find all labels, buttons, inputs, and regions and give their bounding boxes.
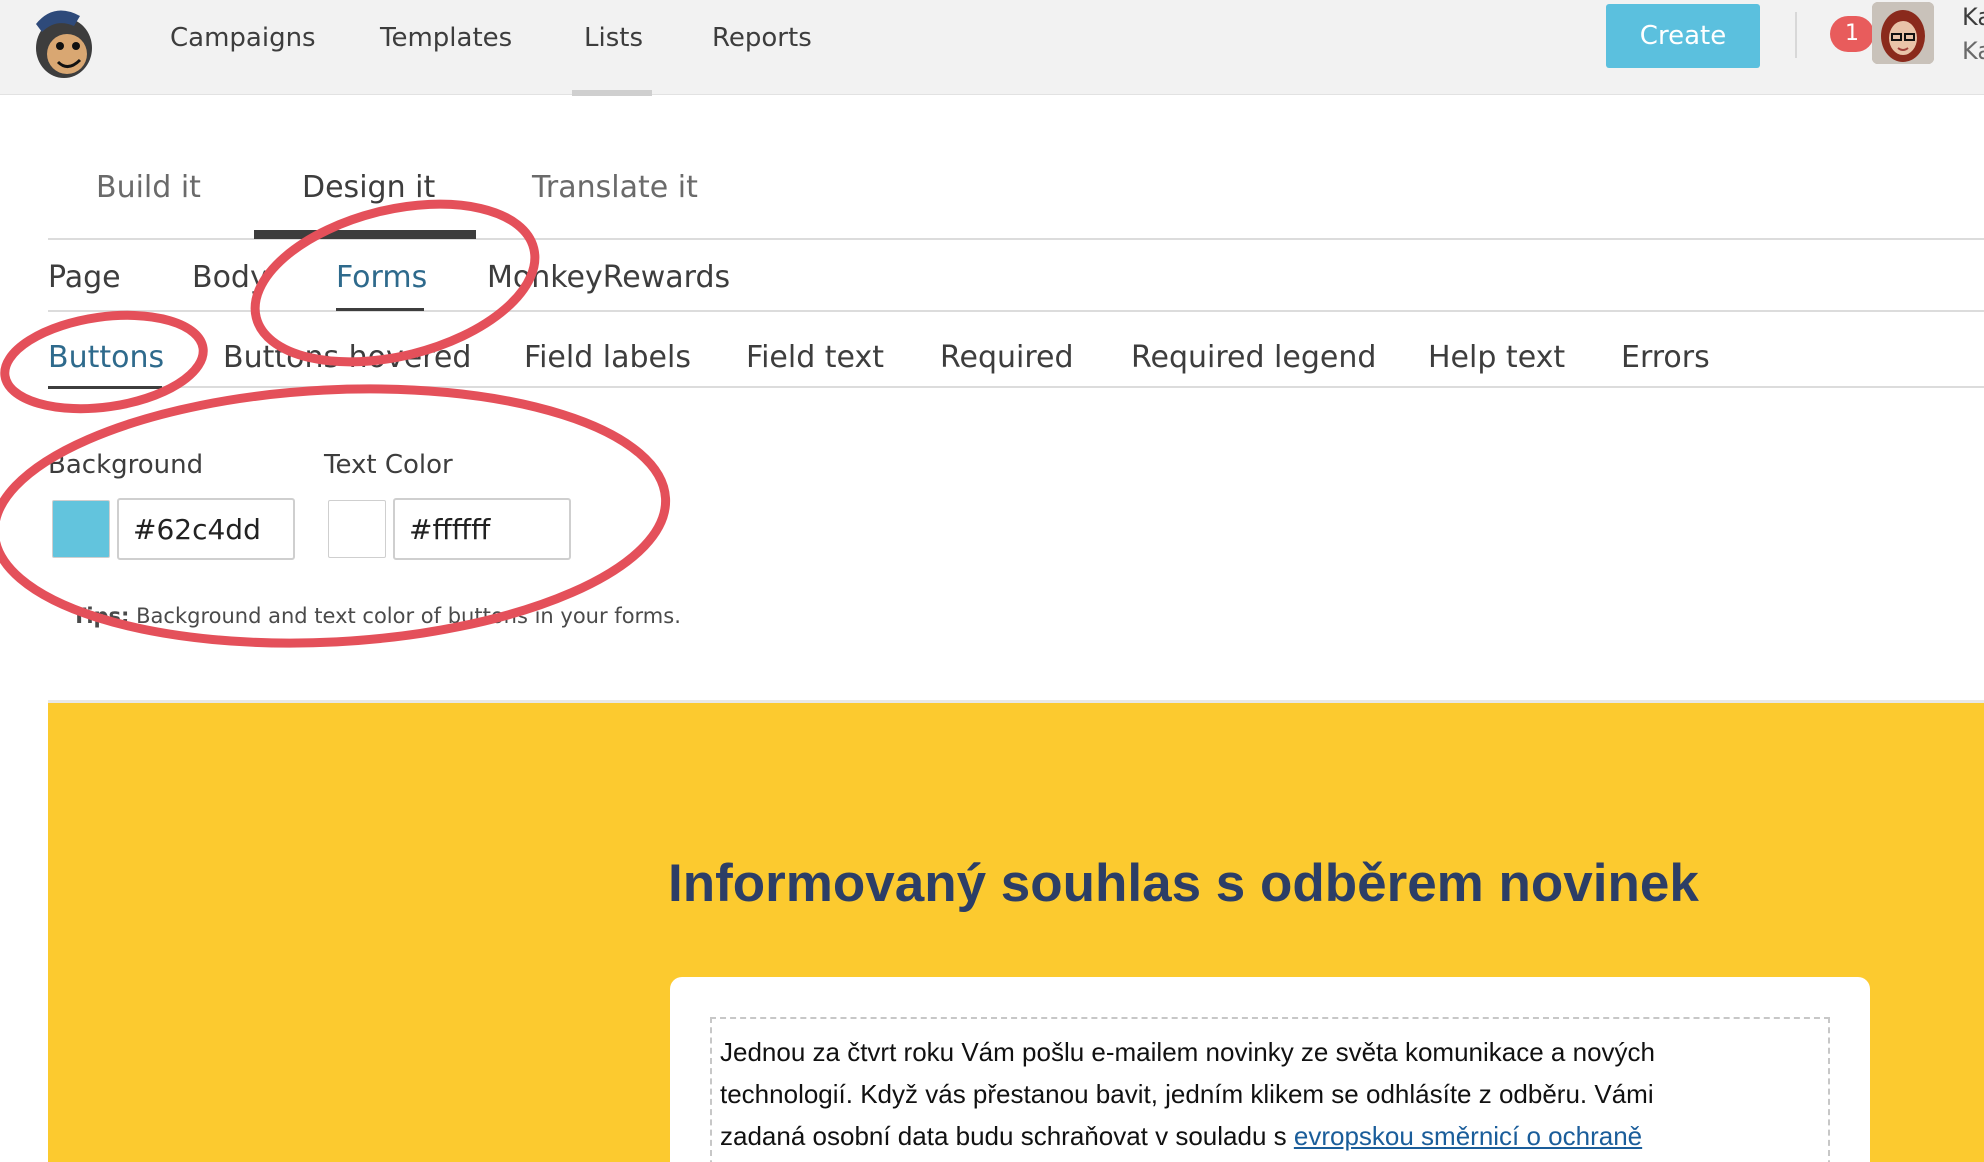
preview-line: zadaná osobní data budu schraňovat v sou… xyxy=(720,1115,1820,1157)
text-color-label: Text Color xyxy=(324,450,453,480)
tab-field-text[interactable]: Field text xyxy=(746,340,884,375)
tips-body: Background and text color of buttons in … xyxy=(136,604,681,628)
preview-line-text: zadaná osobní data budu schraňovat v sou… xyxy=(720,1121,1294,1151)
tab-required-legend[interactable]: Required legend xyxy=(1131,340,1376,375)
user-name[interactable]: Ka xyxy=(1962,2,1984,32)
tab-body[interactable]: Body xyxy=(192,260,268,295)
tips-text: Tips: Background and text color of butto… xyxy=(72,604,681,628)
tab-page[interactable]: Page xyxy=(48,260,121,295)
tab-design-it[interactable]: Design it xyxy=(302,170,435,205)
mailchimp-logo-icon[interactable] xyxy=(22,2,102,82)
text-color-input[interactable] xyxy=(393,498,571,560)
tab-errors[interactable]: Errors xyxy=(1621,340,1710,375)
user-avatar-icon xyxy=(1872,2,1934,64)
nav-active-indicator xyxy=(572,90,652,96)
text-color-swatch[interactable] xyxy=(328,500,386,558)
tips-prefix: Tips: xyxy=(72,604,130,628)
active-tab-indicator xyxy=(254,230,476,239)
design-section-tabs: Page Body Forms MonkeyRewards xyxy=(48,240,1984,312)
forms-element-tabs: Buttons Buttons hovered Field labels Fie… xyxy=(48,322,1984,389)
user-account: Ka xyxy=(1962,37,1984,65)
form-preview: Informovaný souhlas s odběrem novinek Je… xyxy=(48,700,1984,1162)
tab-monkeyrewards[interactable]: MonkeyRewards xyxy=(487,260,730,295)
nav-reports[interactable]: Reports xyxy=(712,18,812,58)
nav-templates[interactable]: Templates xyxy=(380,18,512,58)
background-label: Background xyxy=(48,450,204,480)
active-tab-underline xyxy=(48,386,162,389)
tab-help-text[interactable]: Help text xyxy=(1428,340,1565,375)
nav-divider xyxy=(1795,12,1797,58)
background-color-input[interactable] xyxy=(117,498,295,560)
preview-title: Informovaný souhlas s odběrem novinek xyxy=(668,854,1699,913)
tab-buttons-hovered[interactable]: Buttons hovered xyxy=(223,340,471,375)
tab-field-labels[interactable]: Field labels xyxy=(524,340,691,375)
top-navigation: Campaigns Templates Lists Reports Create… xyxy=(0,0,1984,96)
preview-line: Jednou za čtvrt roku Vám pošlu e-mailem … xyxy=(720,1037,1655,1067)
background-color-swatch[interactable] xyxy=(52,500,110,558)
avatar[interactable] xyxy=(1872,2,1934,64)
design-step-tabs: Build it Design it Translate it xyxy=(48,160,1984,240)
tab-build-it[interactable]: Build it xyxy=(96,170,201,205)
nav-lists[interactable]: Lists xyxy=(584,18,643,58)
preview-body-text[interactable]: Jednou za čtvrt roku Vám pošlu e-mailem … xyxy=(710,1017,1830,1162)
nav-campaigns[interactable]: Campaigns xyxy=(170,18,316,58)
create-button[interactable]: Create xyxy=(1606,4,1760,68)
tab-required[interactable]: Required xyxy=(940,340,1074,375)
preview-line: technologií. Když vás přestanou bavit, j… xyxy=(720,1079,1654,1109)
tab-buttons[interactable]: Buttons xyxy=(48,340,164,375)
tab-translate-it[interactable]: Translate it xyxy=(532,170,698,205)
preview-card: Jednou za čtvrt roku Vám pošlu e-mailem … xyxy=(670,977,1870,1162)
tab-forms[interactable]: Forms xyxy=(336,260,427,295)
gdpr-link[interactable]: evropskou směrnicí o ochraně xyxy=(1294,1121,1642,1151)
notification-badge[interactable]: 1 xyxy=(1830,16,1874,52)
active-tab-underline xyxy=(336,308,424,311)
